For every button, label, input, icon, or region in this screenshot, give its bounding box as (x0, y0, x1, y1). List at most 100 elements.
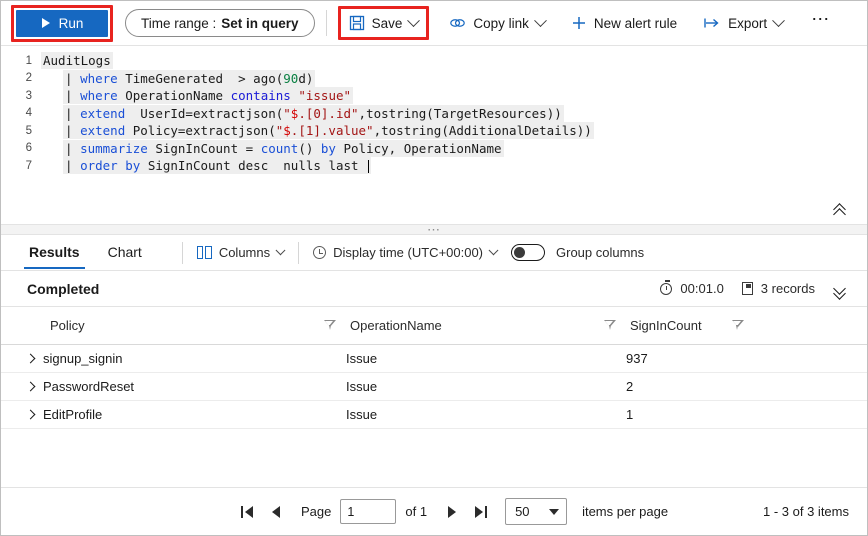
chevron-down-icon (407, 14, 420, 27)
last-page-icon[interactable] (471, 502, 491, 522)
column-header-policy-label: Policy (50, 318, 85, 333)
query-code[interactable]: 1AuditLogs 2 | where TimeGenerated > ago(9… (1, 52, 867, 175)
page-size-value: 50 (515, 504, 529, 519)
code-line[interactable]: 2 | where TimeGenerated > ago(90d) (1, 70, 867, 88)
filter-funnel-icon[interactable] (604, 320, 616, 331)
group-columns-control[interactable]: Group columns (511, 244, 644, 261)
previous-page-icon[interactable] (266, 502, 286, 522)
table-row[interactable]: PasswordResetIssue2 (1, 372, 867, 400)
elapsed-time: 00:01.0 (680, 281, 723, 296)
double-chevron-up-icon[interactable] (833, 205, 847, 218)
save-button[interactable]: Save (343, 11, 425, 35)
run-button[interactable]: Run (16, 10, 108, 37)
cell-policy: signup_signin (1, 344, 346, 372)
records-icon (742, 282, 753, 295)
column-header-operationname[interactable]: OperationName (346, 307, 626, 344)
tab-chart[interactable]: Chart (106, 236, 144, 269)
status-text: Completed (27, 281, 99, 297)
code-text: | where TimeGenerated > ago(90d) (63, 70, 315, 87)
column-header-policy[interactable]: Policy (1, 307, 346, 344)
display-time-button[interactable]: Display time (UTC+00:00) (313, 245, 497, 260)
copy-link-button[interactable]: Copy link (443, 11, 551, 35)
double-chevron-down-icon[interactable] (833, 282, 847, 295)
cell-signincount: 2 (626, 372, 867, 400)
results-divider-1 (182, 242, 183, 264)
new-alert-rule-button[interactable]: New alert rule (565, 11, 683, 35)
run-button-label: Run (59, 16, 84, 31)
export-button[interactable]: Export (697, 11, 789, 35)
table-row[interactable]: signup_signinIssue937 (1, 344, 867, 372)
query-toolbar: Run Time range : Set in query Save (1, 1, 867, 46)
line-number: 3 (1, 90, 41, 102)
code-line[interactable]: 3 | where OperationName contains "issue" (1, 87, 867, 105)
cell-operationname: Issue (346, 400, 626, 428)
chevron-right-icon[interactable] (26, 409, 36, 419)
code-text: | extend UserId=extractjson("$.[0].id",t… (63, 105, 564, 122)
chevron-right-icon[interactable] (26, 381, 36, 391)
cell-policy: EditProfile (1, 400, 346, 428)
filter-funnel-icon[interactable] (732, 320, 744, 331)
pane-splitter[interactable]: ⋯ (1, 224, 867, 235)
column-header-operationname-label: OperationName (350, 318, 442, 333)
columns-icon (197, 246, 212, 259)
page-size-select[interactable]: 50 (505, 498, 567, 525)
first-page-icon[interactable] (237, 502, 257, 522)
time-range-label: Time range : (141, 16, 216, 31)
save-button-label: Save (372, 16, 403, 31)
results-table-body: signup_signinIssue937PasswordResetIssue2… (1, 344, 867, 428)
results-toolbar: Results Chart Columns Display time (UTC+… (1, 235, 867, 271)
time-range-picker[interactable]: Time range : Set in query (125, 9, 315, 37)
query-editor[interactable]: 1AuditLogs 2 | where TimeGenerated > ago(9… (1, 46, 867, 198)
cell-signincount: 1 (626, 400, 867, 428)
plus-icon (571, 15, 587, 31)
line-number: 4 (1, 107, 41, 119)
text-cursor (368, 160, 369, 173)
pagination-bar: Page of 1 50 items per page 1 - 3 of 3 i… (1, 487, 867, 535)
results-divider-2 (298, 242, 299, 264)
results-table-head: Policy OperationName SignInCount (1, 307, 867, 344)
play-icon (41, 18, 52, 29)
page-of-label: of 1 (405, 504, 427, 519)
code-text: | extend Policy=extractjson("$.[1].value… (63, 122, 594, 139)
chevron-right-icon[interactable] (26, 353, 36, 363)
cell-policy-label: EditProfile (43, 407, 102, 422)
code-line[interactable]: 4 | extend UserId=extractjson("$.[0].id",… (1, 105, 867, 123)
page-label: Page (301, 504, 331, 519)
log-analytics-query-window: Run Time range : Set in query Save (0, 0, 868, 536)
code-line[interactable]: 6 | summarize SignInCount = count() by Po… (1, 140, 867, 158)
code-text: | summarize SignInCount = count() by Pol… (63, 140, 504, 157)
cell-operationname: Issue (346, 344, 626, 372)
chevron-down-icon (772, 14, 785, 27)
export-arrow-icon (703, 15, 721, 31)
cell-signincount: 937 (626, 344, 867, 372)
code-line[interactable]: 7| order by SignInCount desc nulls last (1, 157, 867, 175)
line-number: 5 (1, 125, 41, 137)
save-button-annotation: Save (338, 6, 430, 40)
group-columns-toggle[interactable] (511, 244, 545, 261)
line-number: 6 (1, 142, 41, 154)
columns-button[interactable]: Columns (197, 245, 284, 260)
group-columns-label: Group columns (556, 245, 644, 260)
code-text: | where OperationName contains "issue" (63, 87, 353, 104)
page-number-input[interactable] (340, 499, 396, 524)
chevron-down-icon (549, 509, 559, 515)
more-options-button[interactable]: ⋯ (803, 10, 839, 28)
cell-operationname: Issue (346, 372, 626, 400)
line-number: 2 (1, 72, 41, 84)
tab-results[interactable]: Results (27, 236, 82, 269)
display-time-label: Display time (UTC+00:00) (333, 245, 483, 260)
items-per-page-label: items per page (582, 504, 668, 519)
filter-funnel-icon[interactable] (324, 320, 336, 331)
chevron-down-icon (276, 245, 286, 255)
columns-label: Columns (219, 245, 270, 260)
code-text: | order by SignInCount desc nulls last (63, 157, 371, 174)
column-header-signincount-label: SignInCount (630, 318, 702, 333)
table-row[interactable]: EditProfile Issue1 (1, 400, 867, 428)
code-line[interactable]: 1AuditLogs (1, 52, 867, 70)
line-number: 1 (1, 55, 41, 67)
code-line[interactable]: 5 | extend Policy=extractjson("$.[1].valu… (1, 122, 867, 140)
next-page-icon[interactable] (442, 502, 462, 522)
column-header-signincount[interactable]: SignInCount (626, 307, 867, 344)
new-alert-rule-label: New alert rule (594, 16, 677, 31)
record-count: 3 records (761, 281, 815, 296)
